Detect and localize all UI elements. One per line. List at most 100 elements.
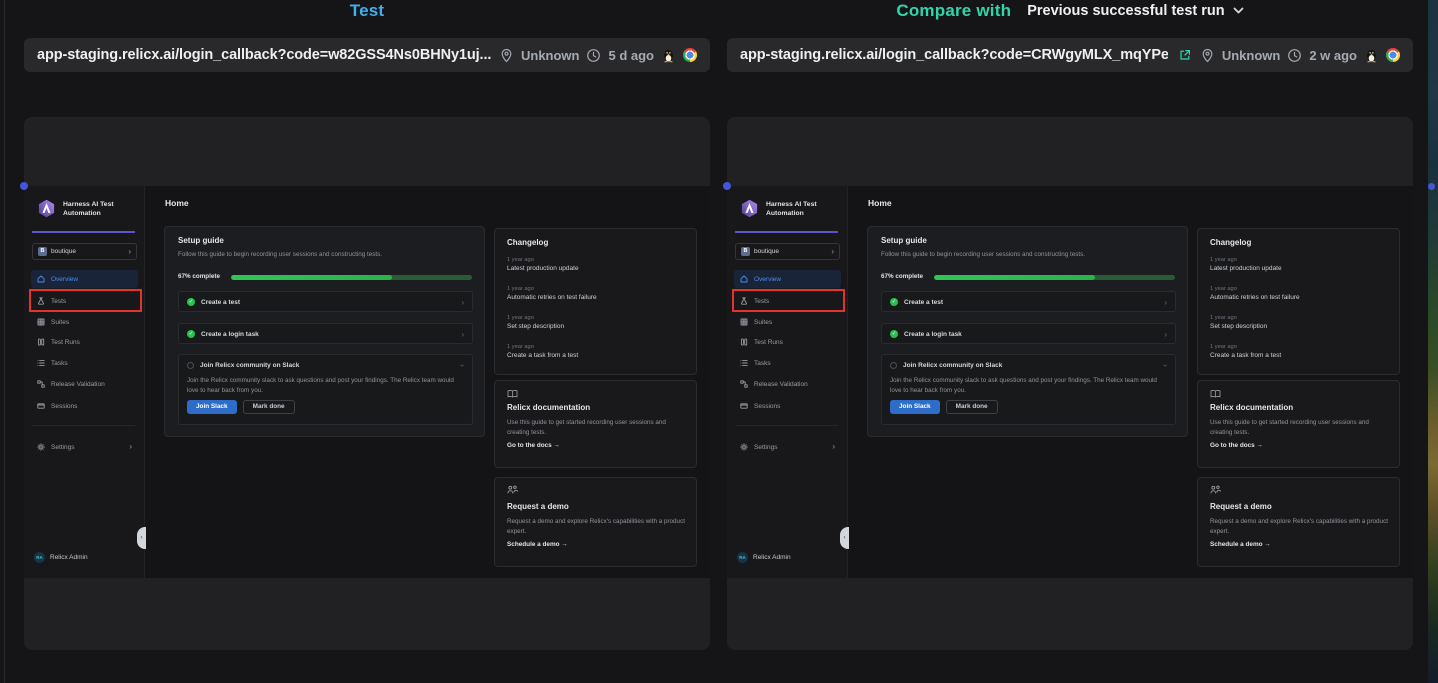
clock-icon <box>586 48 601 63</box>
mark-done-button: Mark done <box>946 400 998 414</box>
changelog-entry-title: Set step description <box>507 323 564 330</box>
external-link-icon[interactable] <box>1178 48 1192 62</box>
sidebar-item-label: Test Runs <box>51 339 80 346</box>
progress-fill <box>231 275 392 280</box>
check-icon <box>890 330 898 338</box>
video-icon <box>37 402 45 410</box>
age-label: 5 d ago <box>608 48 654 63</box>
linux-tux-icon <box>1364 48 1379 63</box>
join-slack-button: Join Slack <box>890 400 940 414</box>
changelog-time: 1 year ago <box>1210 315 1267 321</box>
setup-guide-card: Setup guide Follow this guide to begin r… <box>867 226 1188 437</box>
sidebar-item-label: Tasks <box>51 360 68 367</box>
sidebar-collapse-handle: ‹ <box>840 527 849 549</box>
setup-task-join-slack: Join Relicx community on Slack › Join th… <box>178 354 473 425</box>
progress-label: 67% complete <box>178 273 220 280</box>
list-icon <box>740 359 748 367</box>
task-label: Create a test <box>904 299 943 306</box>
request-demo-card: Request a demo Request a demo and explor… <box>1197 477 1400 567</box>
changelog-card: Changelog 1 year ago Latest production u… <box>1197 228 1400 375</box>
changelog-time: 1 year ago <box>507 315 564 321</box>
setup-task-create-login-task: Create a login task › <box>881 323 1176 344</box>
chevron-right-icon: › <box>832 443 835 451</box>
harness-logo-icon <box>37 199 56 218</box>
test-panel-title: Test <box>350 1 385 21</box>
age-label: 2 w ago <box>1309 48 1357 63</box>
mark-done-button: Mark done <box>243 400 295 414</box>
sidebar-item-test-runs: Test Runs <box>31 333 138 351</box>
check-icon <box>187 298 195 306</box>
chrome-browser-icon <box>683 48 697 62</box>
changelog-entry-title: Latest production update <box>507 265 579 272</box>
project-initial-badge: B <box>38 247 47 256</box>
gear-icon <box>740 443 748 451</box>
changelog-time: 1 year ago <box>1210 257 1282 263</box>
changelog-time: 1 year ago <box>1210 286 1300 292</box>
changelog-time: 1 year ago <box>507 344 578 350</box>
documentation-description: Use this guide to get started recording … <box>1210 418 1390 437</box>
changelog-time: 1 year ago <box>507 257 579 263</box>
demo-description: Request a demo and explore Relicx's capa… <box>1210 517 1390 536</box>
progress-bar <box>231 275 472 280</box>
chevron-down-icon: › <box>1161 364 1170 367</box>
selection-handle-dot <box>723 182 731 190</box>
changelog-entry-title: Automatic retries on test failure <box>507 294 597 301</box>
changelog-entry-title: Automatic retries on test failure <box>1210 294 1300 301</box>
left-divider <box>4 0 5 683</box>
changelog-entry: 1 year ago Latest production update <box>1210 257 1282 272</box>
changelog-entry: 1 year ago Create a task from a test <box>507 344 578 359</box>
brand-line1: Harness AI Test <box>63 201 114 208</box>
location-label: Unknown <box>1222 48 1281 63</box>
chrome-browser-icon <box>1386 48 1400 62</box>
task-label: Create a test <box>201 299 240 306</box>
project-initial-badge: B <box>741 247 750 256</box>
progress-fill <box>934 275 1095 280</box>
task-label: Join Relicx community on Slack <box>200 362 299 369</box>
setup-guide-title: Setup guide <box>881 236 927 245</box>
chevron-right-icon: › <box>1164 298 1167 307</box>
captured-sidebar: Harness AI Test Automation B boutique › … <box>727 186 848 578</box>
grid-icon <box>740 318 748 326</box>
chevron-down-icon <box>1233 7 1244 15</box>
demo-description: Request a demo and explore Relicx's capa… <box>507 517 687 536</box>
compare-view: Test app-staging.relicx.ai/login_callbac… <box>0 0 1438 683</box>
changelog-time: 1 year ago <box>1210 344 1281 350</box>
sidebar-collapse-handle: ‹ <box>137 527 146 549</box>
avatar: RA <box>737 552 748 563</box>
location-pin-icon <box>1200 48 1215 63</box>
schedule-demo-link: Schedule a demo → <box>1210 541 1271 548</box>
setup-guide-title: Setup guide <box>178 236 224 245</box>
demo-title: Request a demo <box>1210 502 1272 511</box>
sidebar-item-test-runs: Test Runs <box>734 333 841 351</box>
harness-brand: Harness AI Test Automation <box>740 199 817 218</box>
chevron-right-icon: › <box>129 443 132 451</box>
selection-handle-dot <box>20 182 28 190</box>
tests-highlight-rectangle <box>29 289 142 312</box>
sidebar-item-label: Test Runs <box>754 339 783 346</box>
documentation-card: Relicx documentation Use this guide to g… <box>1197 380 1400 468</box>
project-name: boutique <box>51 248 76 255</box>
project-selector: B boutique › <box>32 243 137 260</box>
captured-main-content: Home Setup guide Follow this guide to be… <box>848 186 1413 578</box>
sidebar-item-tasks: Tasks <box>734 354 841 372</box>
brand-name: Harness AI Test Automation <box>766 199 817 218</box>
changelog-entry: 1 year ago Automatic retries on test fai… <box>507 286 597 301</box>
task-label: Join Relicx community on Slack <box>903 362 1002 369</box>
brand-line2: Automation <box>63 210 101 217</box>
location-label: Unknown <box>521 48 580 63</box>
changelog-entry-title: Create a task from a test <box>507 352 578 359</box>
changelog-entry: 1 year ago Create a task from a test <box>1210 344 1281 359</box>
sidebar-item-label: Sessions <box>754 403 780 410</box>
sidebar-item-overview: Overview <box>734 270 841 288</box>
sidebar-item-release-validation: Release Validation <box>31 375 138 393</box>
task-label: Create a login task <box>201 331 259 338</box>
grid-icon <box>37 318 45 326</box>
documentation-description: Use this guide to get started recording … <box>507 418 687 437</box>
test-panel-header: Test <box>24 1 710 21</box>
project-name: boutique <box>754 248 779 255</box>
brand-line2: Automation <box>766 210 804 217</box>
user-row: RA Relicx Admin <box>34 552 88 563</box>
sidebar-item-suites: Suites <box>734 313 841 331</box>
compare-run-dropdown[interactable]: Previous successful test run <box>1027 3 1243 19</box>
adjacent-image-strip <box>1428 0 1438 683</box>
